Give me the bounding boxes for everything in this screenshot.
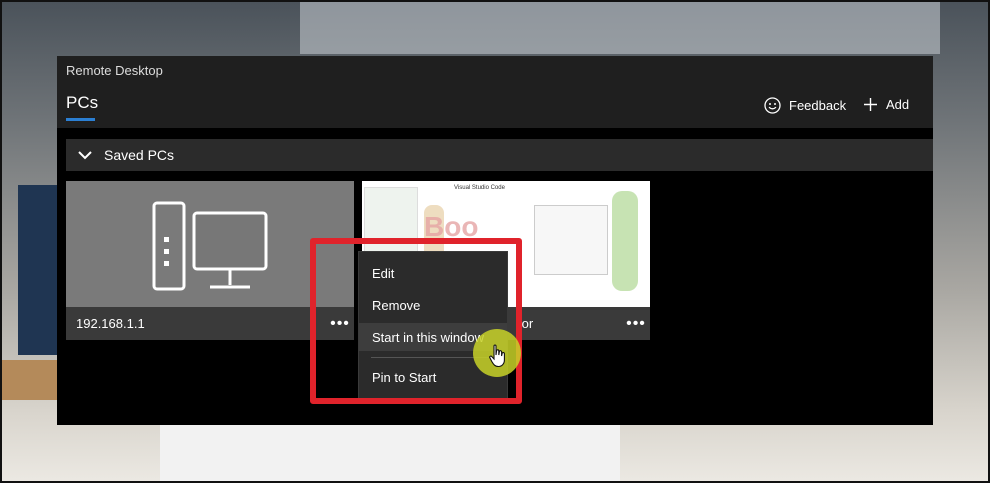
pc-tile-label: tor — [518, 316, 534, 331]
plus-icon — [863, 97, 878, 112]
red-highlight-box — [310, 238, 522, 404]
hand-cursor-icon — [489, 344, 505, 368]
pc-monitor-icon — [152, 201, 268, 291]
pc-tile-label: 192.168.1.1 — [76, 316, 145, 331]
tab-underline — [66, 118, 95, 121]
saved-pcs-label: Saved PCs — [104, 147, 175, 163]
saved-pcs-group-header[interactable]: Saved PCs — [66, 139, 933, 171]
tab-pcs[interactable]: PCs — [66, 93, 98, 113]
thumbnail-logo-shape — [612, 191, 638, 291]
feedback-smile-icon — [764, 97, 781, 114]
chevron-down-icon — [78, 150, 92, 160]
thumbnail-title: Visual Studio Code — [454, 185, 505, 191]
add-button[interactable]: Add — [863, 97, 909, 112]
more-icon[interactable]: ••• — [622, 315, 650, 333]
feedback-button[interactable]: Feedback — [764, 97, 846, 114]
feedback-label: Feedback — [789, 98, 847, 113]
thumbnail-panel — [534, 205, 608, 275]
window-title: Remote Desktop — [66, 63, 163, 78]
add-label: Add — [886, 97, 910, 112]
